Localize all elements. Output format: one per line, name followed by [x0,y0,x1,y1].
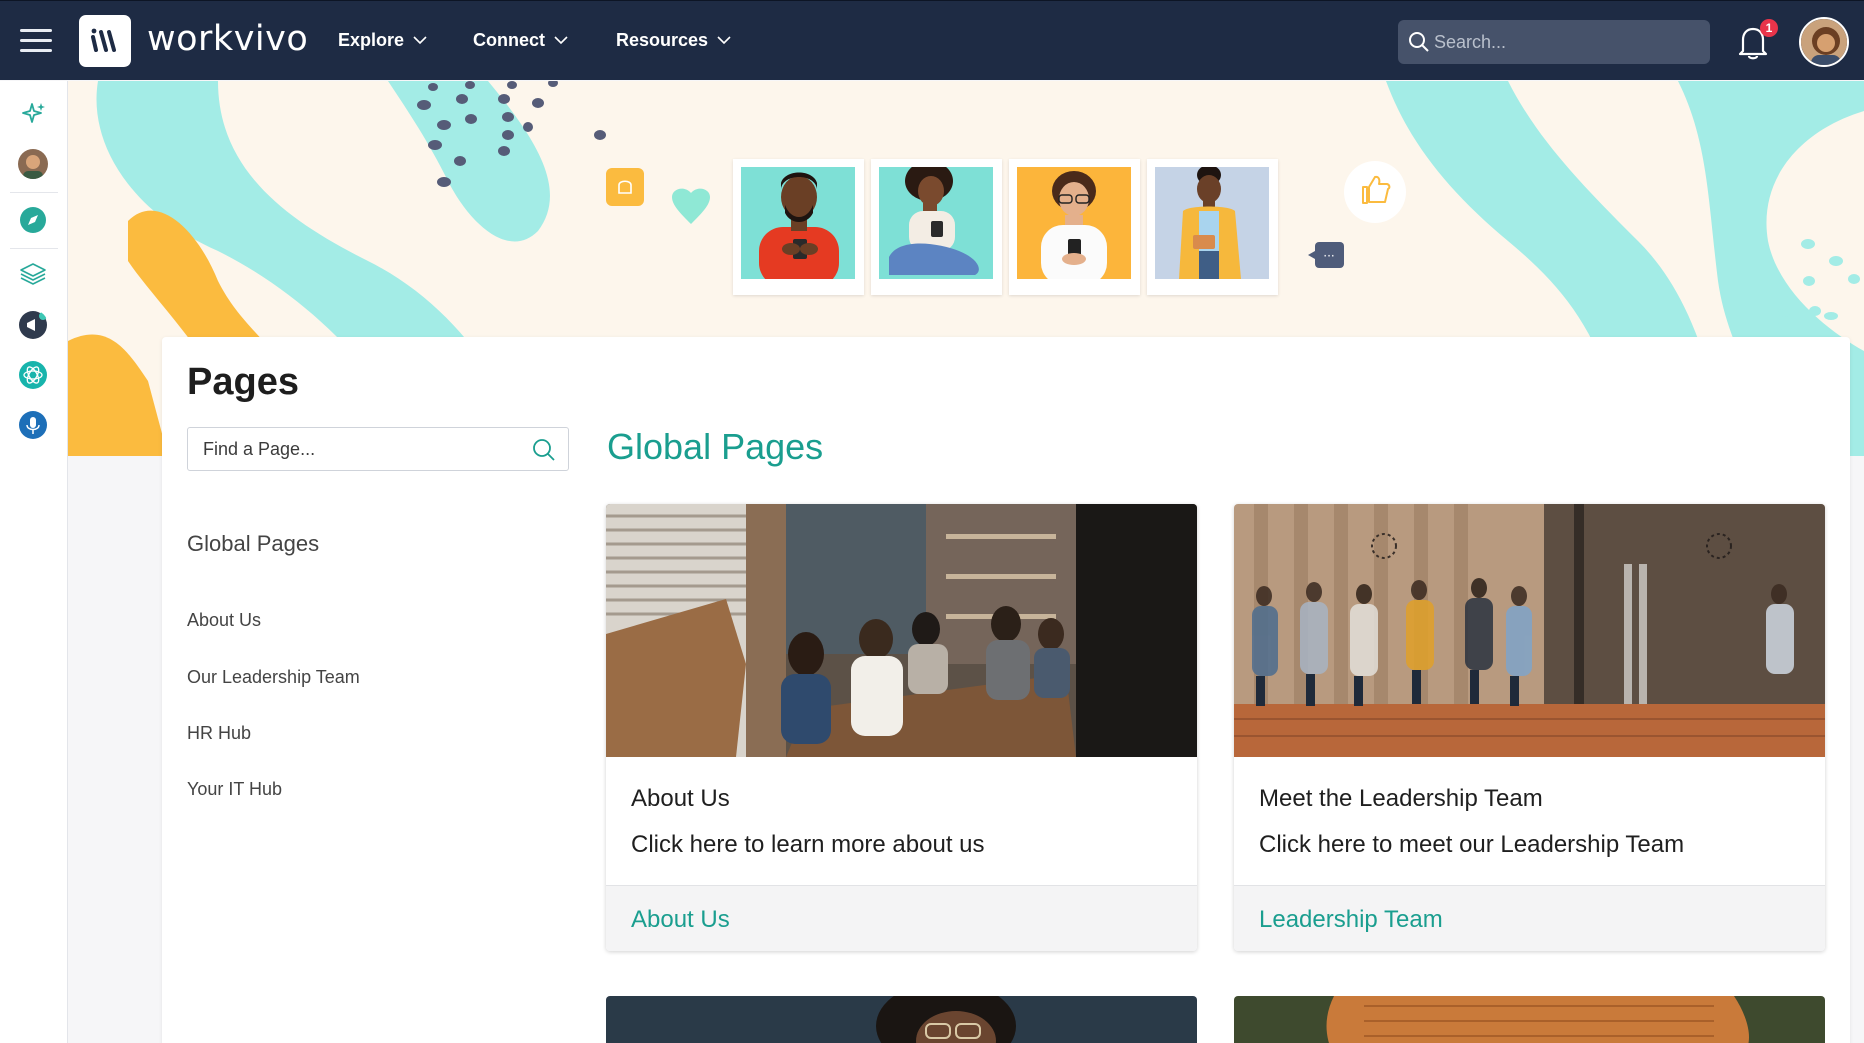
sidebar-link-it-hub[interactable]: Your IT Hub [187,779,282,800]
user-avatar[interactable] [18,149,48,179]
notification-badge: 1 [1760,19,1778,37]
search-icon[interactable] [532,438,556,462]
card-image [606,504,1197,757]
sidebar-heading: Global Pages [187,531,320,556]
hamburger-menu-icon[interactable] [20,28,52,54]
banner-photo-1 [733,159,864,295]
chevron-down-icon [717,36,731,45]
page-card-partial[interactable] [606,996,1197,1043]
top-navigation-bar: workvivo Explore Connect Resources 1 [0,0,1864,80]
banner-photo-3 [1009,159,1140,295]
card-link-about-us[interactable]: About Us [631,906,730,934]
atom-icon[interactable] [18,360,48,390]
card-description: Click here to meet our Leadership Team [1259,831,1685,858]
svg-text:···: ··· [1323,249,1334,263]
page-title: Pages [187,361,299,403]
nav-connect[interactable]: Connect [473,30,568,51]
user-avatar[interactable] [1799,17,1849,67]
global-search-input[interactable] [1434,20,1704,64]
nav-resources-label: Resources [616,30,709,50]
card-link-leadership-team[interactable]: Leadership Team [1259,906,1443,934]
card-image [1234,996,1825,1043]
card-image [606,996,1197,1043]
app-name[interactable]: workvivo [147,19,308,59]
microphone-icon[interactable] [18,410,48,440]
banner-photo-2 [871,159,1002,295]
card-title: About Us [631,785,730,812]
chevron-down-icon [554,36,568,45]
layers-icon[interactable] [18,259,48,289]
sidebar-link-about-us[interactable]: About Us [187,610,261,631]
card-footer: About Us [606,885,1197,951]
global-search[interactable] [1398,20,1710,64]
page-card-about-us[interactable]: About Us Click here to learn more about … [606,504,1197,951]
nav-explore-label: Explore [338,30,405,50]
nav-explore[interactable]: Explore [338,30,427,51]
banner-photo-4 [1147,159,1278,295]
sparkles-icon[interactable] [18,99,48,129]
workvivo-logo-icon[interactable] [79,15,131,67]
search-icon [1409,32,1429,52]
chevron-down-icon [413,36,427,45]
page-card-partial[interactable] [1234,996,1825,1043]
find-page-input[interactable] [203,428,523,470]
card-description: Click here to learn more about us [631,831,985,858]
card-footer: Leadership Team [1234,885,1825,951]
nav-connect-label: Connect [473,30,545,50]
card-image [1234,504,1825,757]
sidebar-link-hr-hub[interactable]: HR Hub [187,723,251,744]
section-title: Global Pages [607,426,824,467]
sidebar-link-leadership-team[interactable]: Our Leadership Team [187,667,360,688]
card-title: Meet the Leadership Team [1259,785,1543,812]
megaphone-icon[interactable] [18,310,48,340]
compass-icon[interactable] [18,205,48,235]
find-page-search[interactable] [187,427,569,471]
nav-resources[interactable]: Resources [616,30,731,51]
page-card-leadership-team[interactable]: Meet the Leadership Team Click here to m… [1234,504,1825,951]
left-rail [0,81,68,1043]
